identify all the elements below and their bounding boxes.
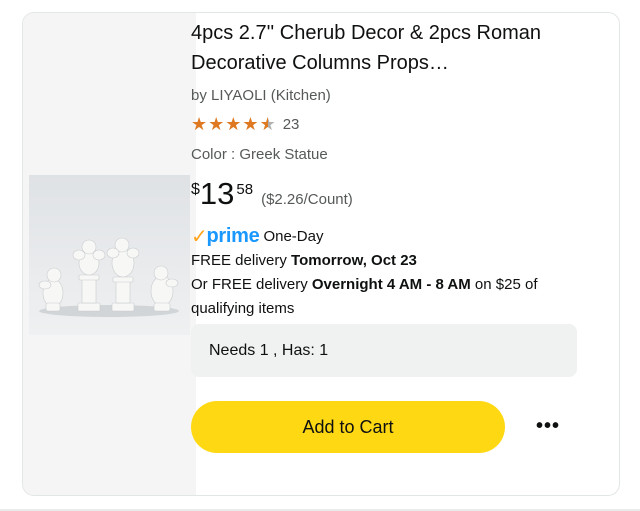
- product-title[interactable]: 4pcs 2.7'' Cherub Decor & 2pcs Roman Dec…: [191, 18, 566, 78]
- delivery-line-1: FREE delivery Tomorrow, Oct 23: [191, 249, 581, 273]
- star-icon: ★: [191, 114, 208, 134]
- rating-count[interactable]: 23: [283, 116, 300, 133]
- needs-has-text: Needs 1 , Has: 1: [209, 341, 329, 359]
- product-image[interactable]: [29, 175, 190, 335]
- star-icon: ★: [225, 114, 242, 134]
- delivery-info: FREE delivery Tomorrow, Oct 23 Or FREE d…: [191, 249, 581, 321]
- more-options-icon[interactable]: •••: [532, 413, 564, 439]
- delivery-line-2-prefix: Or FREE delivery: [191, 276, 312, 293]
- prime-logo-text: prime: [206, 224, 260, 247]
- color-variant: Color : Greek Statue: [191, 146, 328, 163]
- star-icon: ★: [242, 114, 259, 134]
- star-rating: ★ ★ ★ ★ ★: [191, 115, 276, 133]
- prime-badge-row: ✓ prime One-Day: [191, 224, 581, 249]
- delivery-date: Tomorrow, Oct 23: [291, 252, 417, 269]
- star-icon: ★: [208, 114, 225, 134]
- cherub-statues-illustration: [38, 237, 179, 317]
- product-info: 4pcs 2.7'' Cherub Decor & 2pcs Roman Dec…: [191, 18, 581, 321]
- delivery-line-1-prefix: FREE delivery: [191, 252, 292, 269]
- needs-has-box: Needs 1 , Has: 1: [191, 324, 577, 377]
- price-cents: 58: [236, 181, 254, 198]
- product-image-pane: [23, 13, 196, 495]
- price-dollars: 13: [199, 176, 235, 211]
- rating-row[interactable]: ★ ★ ★ ★ ★ 23: [191, 113, 581, 135]
- brand-link[interactable]: by LIYAOLI (Kitchen): [191, 86, 581, 106]
- unit-price: ($2.26/Count): [261, 191, 353, 208]
- delivery-window: Overnight 4 AM - 8 AM: [311, 276, 471, 293]
- prime-check-icon: ✓: [191, 225, 208, 248]
- delivery-line-2: Or FREE delivery Overnight 4 AM - 8 AM o…: [191, 273, 581, 321]
- add-to-cart-button[interactable]: Add to Cart: [191, 401, 505, 453]
- prime-speed: One-Day: [263, 227, 324, 245]
- price: $ 13 58 ($2.26/Count): [191, 177, 581, 213]
- price-currency: $: [191, 181, 200, 198]
- prime-logo-icon: ✓ prime: [191, 224, 260, 249]
- half-star-icon: ★: [259, 114, 276, 134]
